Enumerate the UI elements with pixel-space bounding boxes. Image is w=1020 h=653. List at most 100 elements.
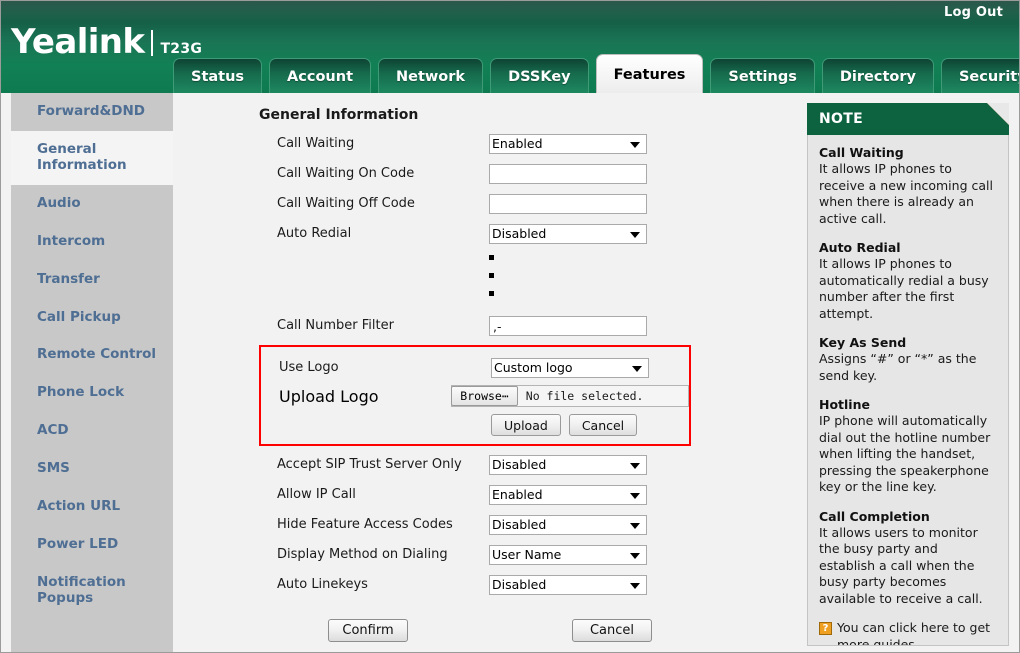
note-text: IP phone will automatically dial out the… — [819, 413, 991, 494]
sidebar-item-general-information[interactable]: General Information — [11, 130, 179, 185]
more-guides-text: You can click here to get more guides. — [837, 620, 991, 646]
chevron-down-icon — [630, 553, 640, 559]
sidebar-item-power-led[interactable]: Power LED — [11, 526, 173, 564]
hide-feature-access-codes-select[interactable]: Disabled — [489, 515, 647, 535]
tab-security[interactable]: Security — [940, 58, 1019, 93]
file-status-text: No file selected. — [525, 389, 644, 403]
allow-ip-call-select[interactable]: Enabled — [489, 485, 647, 505]
more-guides-link[interactable]: ? You can click here to get more guides. — [819, 620, 997, 646]
ellipsis-dot — [489, 291, 494, 296]
sidebar-item-call-pickup[interactable]: Call Pickup — [11, 299, 173, 337]
field-label: Auto Redial — [277, 225, 352, 241]
tab-status[interactable]: Status — [173, 58, 263, 93]
brand-separator — [151, 30, 154, 56]
sidebar-item-forward-dnd[interactable]: Forward&DND — [11, 93, 173, 131]
form-row-upload-logo: Upload Logo Browse⋯ No file selected. — [261, 383, 689, 409]
logout-link[interactable]: Log Out — [944, 5, 1003, 20]
selected-value: Enabled — [492, 136, 543, 151]
display-method-on-dialing-select[interactable]: User Name — [489, 545, 647, 565]
page-title: General Information — [259, 107, 419, 123]
note-heading: Call Completion — [819, 508, 930, 524]
sidebar-item-transfer[interactable]: Transfer — [11, 261, 173, 299]
sidebar-item-phone-lock[interactable]: Phone Lock — [11, 374, 173, 412]
tab-account[interactable]: Account — [269, 58, 371, 93]
omitted-rows-ellipsis — [173, 249, 801, 311]
main-content: General Information Call Waiting Enabled C… — [173, 93, 801, 652]
note-heading: Call Waiting — [819, 145, 904, 160]
field-label: Use Logo — [279, 359, 339, 375]
note-title: NOTE — [819, 111, 863, 127]
form-row-call-waiting-off-code: Call Waiting Off Code — [173, 189, 801, 219]
selected-value: User Name — [492, 547, 562, 562]
selected-value: Disabled — [492, 457, 547, 472]
header-gloss — [1, 1, 1019, 23]
upload-button[interactable]: Upload — [491, 414, 561, 436]
form-row-auto-linekeys: Auto Linekeys Disabled — [173, 570, 801, 600]
form-row-allow-ip-call: Allow IP Call Enabled — [173, 480, 801, 510]
field-label: Call Waiting — [277, 135, 355, 151]
auto-linekeys-select[interactable]: Disabled — [489, 575, 647, 595]
sidebar-item-acd[interactable]: ACD — [11, 412, 173, 450]
field-label: Auto Linekeys — [277, 576, 368, 592]
upload-logo-actions: Upload Cancel — [261, 409, 689, 436]
use-logo-value: Custom logo — [494, 360, 573, 375]
chevron-down-icon — [630, 493, 640, 499]
sidebar-item-notification-popups[interactable]: Notification Popups — [11, 564, 173, 618]
tab-network[interactable]: Network — [378, 58, 484, 93]
page-body: Forward&DND General Information Audio Inter… — [1, 93, 1019, 652]
auto-redial-select[interactable]: Disabled — [489, 224, 647, 244]
form-rows-bottom: Accept SIP Trust Server Only Disabled Allo… — [173, 450, 801, 600]
form-rows-top: Call Waiting Enabled Call Waiting On Code C… — [173, 129, 801, 249]
note-heading: Key As Send — [819, 335, 907, 350]
call-waiting-off-code-input[interactable] — [489, 194, 647, 214]
selected-value: Disabled — [492, 517, 547, 532]
sidebar-item-sms[interactable]: SMS — [11, 450, 173, 488]
brand-name: Yealink — [11, 22, 145, 62]
sidebar-item-audio[interactable]: Audio — [11, 185, 173, 223]
main-nav-tabs: Status Account Network DSSKey Features Settin… — [173, 54, 1019, 93]
form-row-hide-feature-access-codes: Hide Feature Access Codes Disabled — [173, 510, 801, 540]
call-waiting-select[interactable]: Enabled — [489, 134, 647, 154]
confirm-button[interactable]: Confirm — [328, 619, 408, 642]
form-row-call-number-filter: Call Number Filter — [173, 311, 801, 341]
browse-button[interactable]: Browse⋯ — [451, 386, 518, 406]
chevron-down-icon — [630, 142, 640, 148]
logo-settings-highlight-box: Use Logo Custom logo Upload Logo Browse⋯… — [259, 345, 691, 446]
sidebar-item-intercom[interactable]: Intercom — [11, 223, 173, 261]
upload-cancel-button[interactable]: Cancel — [568, 414, 638, 436]
sidebar-item-action-url[interactable]: Action URL — [11, 488, 173, 526]
field-label: Accept SIP Trust Server Only — [277, 456, 462, 472]
cancel-button[interactable]: Cancel — [572, 619, 652, 642]
chevron-down-icon — [630, 523, 640, 529]
form-row-use-logo: Use Logo Custom logo — [261, 353, 689, 383]
help-icon[interactable]: ? — [819, 622, 832, 635]
tab-directory[interactable]: Directory — [821, 58, 934, 93]
tab-dsskey[interactable]: DSSKey — [490, 58, 589, 93]
field-label: Allow IP Call — [277, 486, 356, 502]
note-header: NOTE — [807, 103, 1009, 135]
chevron-down-icon — [630, 232, 640, 238]
sidebar-item-remote-control[interactable]: Remote Control — [11, 336, 173, 374]
selected-value: Disabled — [492, 577, 547, 592]
field-label: Upload Logo — [279, 386, 379, 406]
use-logo-select[interactable]: Custom logo — [491, 358, 649, 378]
folded-corner-icon — [987, 103, 1009, 125]
note-panel: NOTE Call Waiting It allows IP phones to … — [807, 103, 1009, 646]
upload-logo-file-input[interactable]: Browse⋯ No file selected. — [451, 385, 689, 407]
ellipsis-dot — [489, 273, 494, 278]
yealink-web-ui: Log Out Yealink T23G Status Account Networ… — [0, 0, 1020, 653]
sidebar-menu: Forward&DND General Information Audio Inter… — [11, 93, 179, 652]
call-number-filter-input[interactable] — [489, 316, 647, 336]
form-row-accept-sip-trust-server-only: Accept SIP Trust Server Only Disabled — [173, 450, 801, 480]
note-text: Assigns “#” or “*” as the send key. — [819, 351, 977, 383]
tab-features[interactable]: Features — [595, 54, 704, 93]
tab-settings[interactable]: Settings — [710, 58, 815, 93]
accept-sip-trust-server-only-select[interactable]: Disabled — [489, 455, 647, 475]
general-information-form: Call Waiting Enabled Call Waiting On Code C… — [173, 129, 801, 600]
field-label: Call Waiting Off Code — [277, 195, 415, 211]
call-waiting-on-code-input[interactable] — [489, 164, 647, 184]
form-row-display-method-on-dialing: Display Method on Dialing User Name — [173, 540, 801, 570]
field-label: Call Waiting On Code — [277, 165, 415, 181]
note-heading: Hotline — [819, 397, 870, 412]
form-row-auto-redial: Auto Redial Disabled — [173, 219, 801, 249]
